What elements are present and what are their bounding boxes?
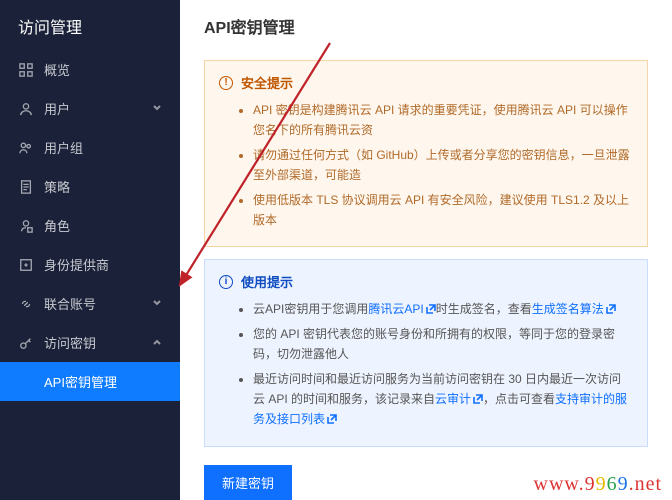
sidebar-item-label: 角色 — [44, 216, 70, 235]
link-sign-algo[interactable]: 生成签名算法 — [532, 302, 604, 316]
grid-icon — [18, 62, 34, 78]
users-icon — [18, 140, 34, 156]
sidebar-item-federated[interactable]: 联合账号 — [0, 284, 180, 323]
sidebar-item-overview[interactable]: 概览 — [0, 50, 180, 89]
sidebar-item-idp[interactable]: 身份提供商 — [0, 245, 180, 284]
link-cloud-audit[interactable]: 云审计 — [435, 392, 471, 406]
sidebar-item-accesskey[interactable]: 访问密钥 — [0, 323, 180, 362]
sidebar-item-usergroup[interactable]: 用户组 — [0, 128, 180, 167]
alert-bullet: 最近访问时间和最近访问服务为当前访问密钥在 30 日内最近一次访问云 API 的… — [253, 369, 633, 430]
sidebar-item-label: 用户 — [44, 99, 70, 118]
sidebar-item-label: 概览 — [44, 60, 70, 79]
alert-bullet: 云API密钥用于您调用腾讯云API时生成签名，查看生成签名算法 — [253, 299, 633, 319]
alert-security: ! 安全提示 API 密钥是构建腾讯云 API 请求的重要凭证，使用腾讯云 AP… — [204, 60, 648, 247]
role-icon — [18, 218, 34, 234]
external-link-icon — [426, 299, 436, 309]
link-icon — [18, 296, 34, 312]
alert-usage: i 使用提示 云API密钥用于您调用腾讯云API时生成签名，查看生成签名算法 您… — [204, 259, 648, 446]
sidebar-item-label: 策略 — [44, 177, 70, 196]
alert-bullet: 使用低版本 TLS 协议调用云 API 有安全风险，建议使用 TLS1.2 及以… — [253, 190, 633, 231]
external-link-icon — [606, 299, 616, 309]
sidebar-sub-label: API密钥管理 — [44, 375, 117, 390]
alert-bullet: 您的 API 密钥代表您的账号身份和所拥有的权限，等同于您的登录密码，切勿泄露他… — [253, 324, 633, 365]
alert-bullet: API 密钥是构建腾讯云 API 请求的重要凭证，使用腾讯云 API 可以操作您… — [253, 100, 633, 141]
idp-icon — [18, 257, 34, 273]
sidebar-item-role[interactable]: 角色 — [0, 206, 180, 245]
chevron-up-icon — [152, 335, 162, 350]
external-link-icon — [327, 409, 337, 419]
sidebar-title: 访问管理 — [0, 0, 180, 50]
watermark: www.9969.net — [534, 473, 662, 496]
link-tencent-api[interactable]: 腾讯云API — [368, 302, 423, 316]
chevron-down-icon — [152, 296, 162, 311]
warning-icon: ! — [219, 76, 233, 90]
alert-title: 使用提示 — [241, 272, 293, 291]
sidebar-item-label: 联合账号 — [44, 294, 96, 313]
chevron-down-icon — [152, 101, 162, 116]
new-key-button[interactable]: 新建密钥 — [204, 465, 292, 500]
sidebar-item-policy[interactable]: 策略 — [0, 167, 180, 206]
sidebar-item-user[interactable]: 用户 — [0, 89, 180, 128]
alert-bullet: 请勿通过任何方式（如 GitHub）上传或者分享您的密钥信息，一旦泄露至外部渠道… — [253, 145, 633, 186]
page-title: API密钥管理 — [180, 0, 672, 48]
alert-title: 安全提示 — [241, 73, 293, 92]
sidebar: 访问管理 概览 用户 用户组 策略 角色 身份提供商 联合账 — [0, 0, 180, 500]
user-icon — [18, 101, 34, 117]
external-link-icon — [473, 389, 483, 399]
sidebar-sub-apikey[interactable]: API密钥管理 — [0, 362, 180, 401]
document-icon — [18, 179, 34, 195]
key-icon — [18, 335, 34, 351]
sidebar-item-label: 身份提供商 — [44, 255, 109, 274]
sidebar-item-label: 用户组 — [44, 138, 83, 157]
info-icon: i — [219, 275, 233, 289]
sidebar-item-label: 访问密钥 — [44, 333, 96, 352]
main-content: API密钥管理 ! 安全提示 API 密钥是构建腾讯云 API 请求的重要凭证，… — [180, 0, 672, 500]
